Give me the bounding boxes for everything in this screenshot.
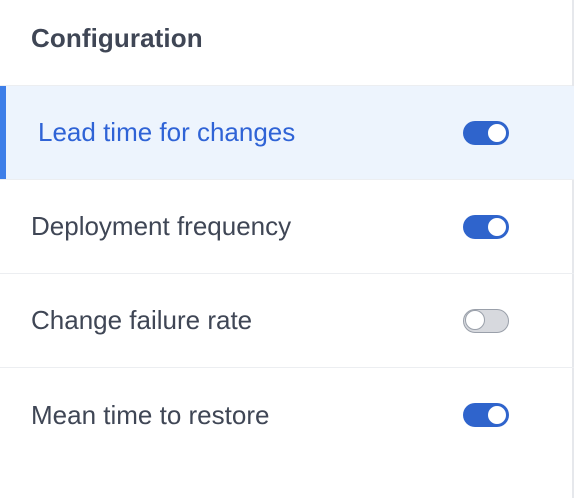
config-item-deployment-frequency[interactable]: Deployment frequency	[0, 180, 574, 274]
config-item-change-failure-rate[interactable]: Change failure rate	[0, 274, 574, 368]
change-failure-rate-toggle[interactable]	[463, 308, 509, 333]
toggle-knob	[487, 405, 507, 425]
config-item-lead-time[interactable]: Lead time for changes	[0, 86, 574, 180]
config-item-mean-time-to-restore[interactable]: Mean time to restore	[0, 368, 574, 462]
panel-title: Configuration	[31, 23, 203, 53]
configuration-panel: Configuration Lead time for changes Depl…	[0, 0, 574, 498]
panel-header: Configuration	[0, 0, 574, 86]
toggle-knob	[487, 122, 507, 143]
active-indicator	[0, 86, 6, 179]
toggle-knob	[487, 216, 507, 237]
mean-time-to-restore-toggle[interactable]	[463, 403, 509, 427]
lead-time-toggle[interactable]	[463, 120, 509, 145]
toggle-knob	[465, 310, 485, 330]
deployment-frequency-toggle[interactable]	[463, 214, 509, 239]
